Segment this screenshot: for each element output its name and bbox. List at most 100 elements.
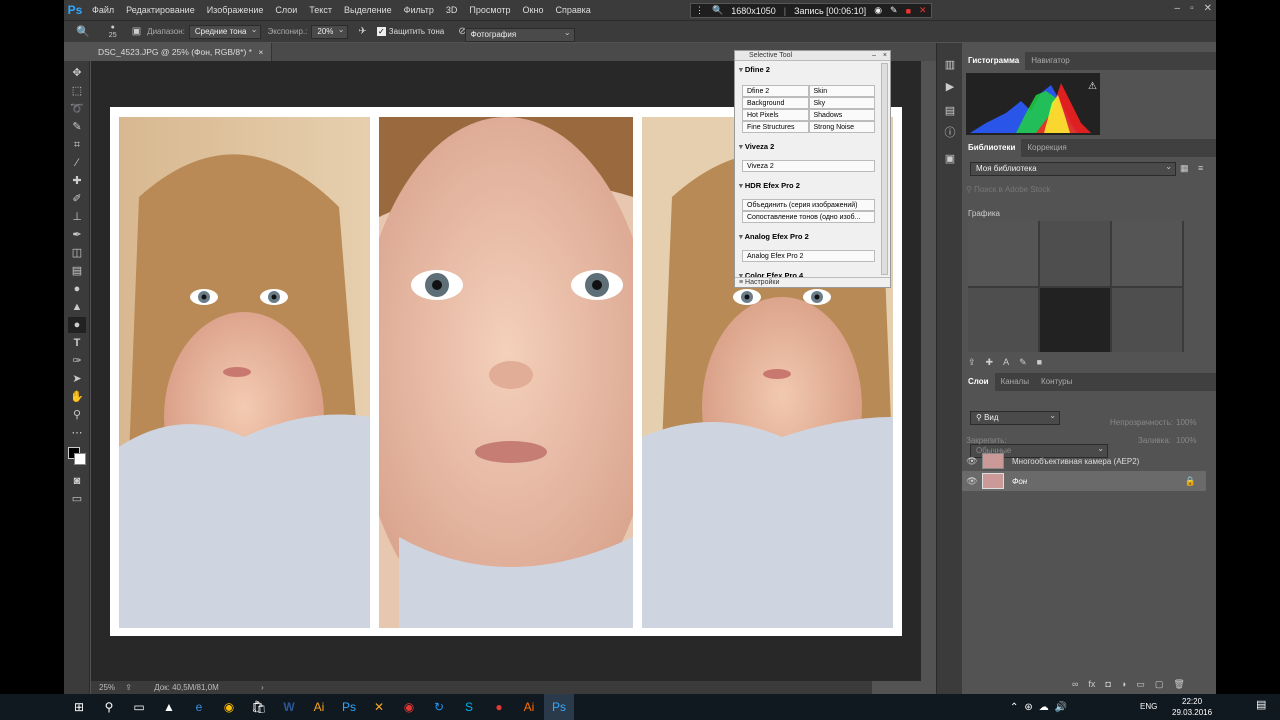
background-button[interactable]: Background (742, 97, 809, 109)
tray-up-icon[interactable]: ⌃ (1010, 702, 1018, 713)
task-view-icon[interactable]: ▭ (124, 694, 154, 720)
photoshop-active-icon[interactable]: Ps (544, 694, 574, 720)
menu-3d[interactable]: 3D (440, 0, 464, 20)
lasso-tool-icon[interactable]: ➰ (68, 101, 86, 117)
visibility-eye-icon[interactable]: 👁 (962, 456, 982, 467)
zoom-tool-icon[interactable]: ⚲ (68, 407, 86, 423)
fx-icon[interactable]: fx (1088, 679, 1095, 690)
crop-tool-icon[interactable]: ⌗ (68, 137, 86, 153)
section-viveza[interactable]: Viveza 2 (739, 142, 890, 151)
history-brush-icon[interactable]: ✒ (68, 227, 86, 243)
strong-noise-button[interactable]: Strong Noise (808, 121, 875, 133)
workspace-select[interactable]: Фотография (464, 27, 575, 42)
graphic-thumb[interactable] (1112, 221, 1182, 286)
blur-tool-icon[interactable]: ● (68, 281, 86, 297)
close-icon[interactable]: ✕ (1204, 3, 1212, 14)
eraser-tool-icon[interactable]: ◫ (68, 245, 86, 261)
tab-libraries[interactable]: Библиотеки (962, 139, 1022, 157)
ai-app-icon[interactable]: Ai (304, 694, 334, 720)
range-select[interactable]: Средние тона (188, 24, 262, 39)
menu-file[interactable]: Файл (86, 0, 120, 20)
tab-paths[interactable]: Контуры (1035, 373, 1078, 391)
tab-histogram[interactable]: Гистограмма (962, 52, 1026, 70)
maximize-icon[interactable]: ▫ (1190, 3, 1194, 14)
store-icon[interactable]: 🛍 (244, 694, 274, 720)
section-analog[interactable]: Analog Efex Pro 2 (739, 232, 890, 241)
graphic-thumb[interactable] (968, 221, 1038, 286)
add-element-icon[interactable]: ✚ (986, 357, 994, 369)
new-layer-icon[interactable]: ▢ (1155, 679, 1164, 690)
camera-icon[interactable]: ◉ (870, 5, 886, 16)
type-tool-icon[interactable]: T (68, 335, 86, 351)
layer-kind-filter[interactable]: ⚲ Вид (970, 410, 1060, 425)
fine-structures-button[interactable]: Fine Structures (742, 121, 809, 133)
language-indicator[interactable]: ENG (1140, 694, 1157, 720)
hand-tool-icon[interactable]: ✋ (68, 389, 86, 405)
selective-tool-scrollbar[interactable] (881, 63, 888, 275)
menu-view[interactable]: Просмотр (463, 0, 516, 20)
tab-navigator[interactable]: Навигатор (1025, 52, 1075, 70)
word-icon[interactable]: W (274, 694, 304, 720)
list-view-icon[interactable]: ≡ (1198, 163, 1203, 173)
more-tools-icon[interactable]: ⋯ (68, 425, 86, 441)
chrome-icon[interactable]: ◉ (214, 694, 244, 720)
layer-row[interactable]: 👁 Многообъективная камера (AEP2) (962, 451, 1206, 471)
layer-name[interactable]: Фон (1012, 477, 1027, 486)
actions-play-icon[interactable]: ▶ (941, 79, 959, 95)
menu-select[interactable]: Выделение (338, 0, 398, 20)
stock-search-input[interactable]: ⚲ Поиск в Adobe Stock (966, 183, 1210, 197)
dfine-2-button[interactable]: Dfine 2 (742, 85, 809, 97)
menu-help[interactable]: Справка (549, 0, 596, 20)
menu-window[interactable]: Окно (517, 0, 550, 20)
sky-button[interactable]: Sky (808, 97, 875, 109)
group-icon[interactable]: ▭ (1136, 679, 1145, 690)
brush-settings-icon[interactable]: ▣ (132, 26, 141, 37)
upload-icon[interactable]: ⇪ (968, 357, 976, 369)
info-icon[interactable]: ⓘ (941, 125, 959, 141)
mask-icon[interactable]: ◘ (1105, 679, 1110, 690)
tab-layers[interactable]: Слои (962, 373, 995, 391)
menu-image[interactable]: Изображение (201, 0, 270, 20)
layer-row-selected[interactable]: 👁 Фон 🔒 (962, 471, 1206, 491)
graphic-thumb[interactable] (968, 287, 1038, 352)
adjustments-icon[interactable]: ▤ (941, 103, 959, 119)
stamp-tool-icon[interactable]: ⊥ (68, 209, 86, 225)
pen-icon[interactable]: ✎ (886, 5, 902, 16)
hdr-tonemap-button[interactable]: Сопоставление тонов (одно изоб... (742, 211, 875, 223)
menu-edit[interactable]: Редактирование (120, 0, 201, 20)
layer-name[interactable]: Многообъективная камера (AEP2) (1012, 457, 1139, 466)
hdr-merge-button[interactable]: Объединить (серия изображений) (742, 199, 875, 211)
eyedropper-tool-icon[interactable]: ⁄ (68, 155, 86, 171)
settings-row[interactable]: ≡ Настройки (735, 277, 890, 287)
healing-tool-icon[interactable]: ✚ (68, 173, 86, 189)
media-app-icon[interactable]: ● (484, 694, 514, 720)
marquee-tool-icon[interactable]: ⬚ (68, 83, 86, 99)
zoom-icon[interactable]: 🔍 (708, 5, 727, 16)
search-icon[interactable]: ⚲ (94, 694, 124, 720)
section-dfine[interactable]: Dfine 2 (739, 65, 890, 74)
notifications-icon[interactable]: ▤ (1256, 698, 1266, 711)
menu-type[interactable]: Текст (303, 0, 338, 20)
skin-button[interactable]: Skin (808, 85, 875, 97)
grid-view-icon[interactable]: ▦ (1180, 163, 1189, 174)
photoshop-taskbar-icon[interactable]: Ps (334, 694, 364, 720)
exposure-select[interactable]: 20% (311, 24, 349, 39)
opacity-value[interactable]: 100% (1176, 418, 1196, 427)
close-tab-icon[interactable]: × (258, 47, 263, 57)
windows-start-icon[interactable]: ⊞ (64, 694, 94, 720)
share-icon[interactable]: ⇪ (125, 683, 132, 692)
document-tab[interactable]: DSC_4523.JPG @ 25% (Фон, RGB/8*) * × (90, 43, 273, 61)
close-icon[interactable]: × (883, 51, 887, 61)
visibility-eye-icon[interactable]: 👁 (962, 476, 982, 487)
screen-mode-icon[interactable]: ▭ (68, 491, 86, 507)
viveza-2-button[interactable]: Viveza 2 (742, 160, 875, 172)
volume-icon[interactable]: 🔊 (1055, 702, 1067, 713)
background-color-swatch[interactable] (74, 453, 86, 465)
brush-preset-picker[interactable]: ● 25 (102, 24, 124, 40)
status-menu-icon[interactable]: › (261, 683, 264, 692)
menu-layers[interactable]: Слои (269, 0, 303, 20)
analog-efex-button[interactable]: Analog Efex Pro 2 (742, 250, 875, 262)
properties-icon[interactable]: ▣ (941, 151, 959, 167)
app-taskbar-icon[interactable]: ▲ (154, 694, 184, 720)
protect-tones-checkbox[interactable]: ✓ (376, 27, 386, 36)
